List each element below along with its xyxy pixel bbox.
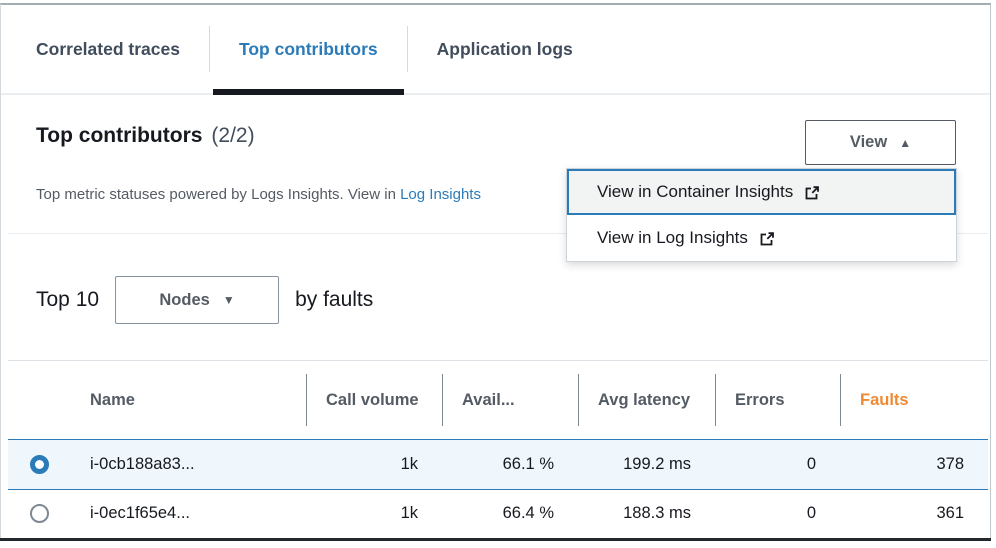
column-header-label: Faults	[860, 389, 909, 411]
column-header-label: Avail...	[462, 389, 515, 411]
column-header-name[interactable]: Name	[70, 361, 306, 439]
panel-description: Top metric statuses powered by Logs Insi…	[36, 186, 481, 203]
table-header-row: Name Call volume Avail... Avg latency Er…	[8, 360, 988, 439]
row-select-cell	[8, 455, 70, 474]
cell-name: i-0ec1f65e4...	[70, 504, 306, 523]
view-button-label: View	[850, 133, 887, 152]
table-row[interactable]: i-0ec1f65e4... 1k 66.4 % 188.3 ms 0 361	[8, 490, 988, 537]
external-link-icon	[759, 231, 775, 247]
column-header-errors[interactable]: Errors	[715, 361, 840, 439]
cell-availability: 66.4 %	[442, 504, 578, 523]
column-header-label: Errors	[735, 389, 785, 411]
top-n-selector: Top 10 Nodes ▼ by faults	[36, 276, 373, 324]
menu-item-label: View in Container Insights	[597, 182, 793, 202]
cell-errors: 0	[715, 455, 840, 474]
row-select-cell	[8, 504, 70, 523]
tab-bar: Correlated traces Top contributors Appli…	[1, 5, 990, 95]
tab-top-contributors[interactable]: Top contributors	[210, 5, 407, 93]
menu-item-log-insights[interactable]: View in Log Insights	[567, 215, 956, 261]
cell-faults: 378	[840, 455, 988, 474]
panel-header: Top contributors (2/2)	[36, 124, 255, 148]
tab-application-logs[interactable]: Application logs	[408, 5, 602, 93]
column-header-availability[interactable]: Avail...	[442, 361, 578, 439]
frame-right-border	[990, 4, 991, 541]
nodes-dropdown[interactable]: Nodes ▼	[115, 276, 279, 324]
column-header-faults[interactable]: Faults	[840, 361, 988, 439]
table-row[interactable]: i-0cb188a83... 1k 66.1 % 199.2 ms 0 378	[8, 439, 988, 490]
page-title: Top contributors	[36, 124, 202, 148]
cell-avg-latency: 199.2 ms	[578, 455, 715, 474]
menu-item-label: View in Log Insights	[597, 228, 748, 248]
contributors-table: Name Call volume Avail... Avg latency Er…	[8, 360, 988, 537]
view-dropdown-menu: View in Container Insights View in Log I…	[566, 168, 957, 262]
cell-availability: 66.1 %	[442, 455, 578, 474]
tab-label: Application logs	[437, 39, 573, 60]
frame-bottom-border	[0, 538, 991, 541]
active-tab-underline	[213, 89, 404, 95]
column-header-label: Name	[90, 389, 135, 411]
cell-call-volume: 1k	[306, 455, 442, 474]
column-header-avg-latency[interactable]: Avg latency	[578, 361, 715, 439]
column-header-label: Call volume	[326, 389, 419, 411]
description-text: Top metric statuses powered by Logs Insi…	[36, 186, 396, 203]
radio-selected[interactable]	[30, 455, 49, 474]
tab-correlated-traces[interactable]: Correlated traces	[1, 5, 209, 93]
cell-call-volume: 1k	[306, 504, 442, 523]
cell-errors: 0	[715, 504, 840, 523]
caret-up-icon: ▲	[899, 136, 911, 150]
caret-down-icon: ▼	[223, 293, 235, 307]
selector-suffix: by faults	[295, 288, 373, 312]
item-count: (2/2)	[211, 124, 254, 148]
cell-avg-latency: 188.3 ms	[578, 504, 715, 523]
cell-name: i-0cb188a83...	[70, 455, 306, 474]
external-link-icon	[804, 185, 820, 201]
cell-faults: 361	[840, 504, 988, 523]
column-header-label: Avg latency	[598, 389, 690, 411]
tab-label: Top contributors	[239, 39, 378, 60]
selector-prefix: Top 10	[36, 288, 99, 312]
selection-column-header	[8, 361, 70, 439]
view-button[interactable]: View ▲	[805, 120, 956, 165]
tab-label: Correlated traces	[36, 39, 180, 60]
log-insights-link[interactable]: Log Insights	[400, 186, 481, 203]
nodes-dropdown-label: Nodes	[159, 291, 209, 310]
column-header-call-volume[interactable]: Call volume	[306, 361, 442, 439]
radio-unselected[interactable]	[30, 504, 49, 523]
menu-item-container-insights[interactable]: View in Container Insights	[567, 169, 956, 215]
